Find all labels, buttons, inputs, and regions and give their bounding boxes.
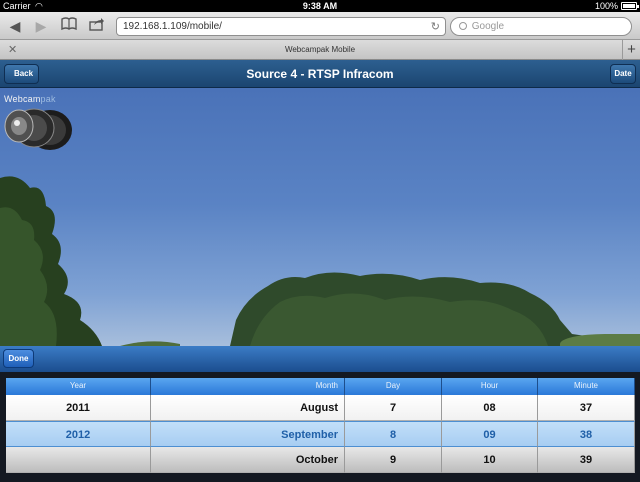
tab-bar: ✕ Webcampak Mobile + (0, 40, 640, 60)
book-icon (61, 17, 77, 31)
camera-image: Webcampak (0, 88, 640, 346)
column-header-minute: Minute (538, 378, 635, 395)
page-header: Back Source 4 - RTSP Infracom Date (0, 60, 640, 88)
share-icon[interactable] (86, 16, 108, 36)
month-option-selected[interactable]: September (151, 421, 345, 447)
search-field[interactable]: Google (450, 17, 632, 36)
clock: 9:38 AM (302, 1, 338, 11)
month-option[interactable]: August (151, 395, 345, 421)
column-header-day: Day (345, 378, 442, 395)
day-option-selected[interactable]: 8 (345, 421, 442, 447)
column-header-month: Month (151, 378, 345, 395)
column-header-year: Year (6, 378, 151, 395)
column-header-hour: Hour (442, 378, 538, 395)
camera-scene (0, 176, 640, 346)
minute-option-selected[interactable]: 38 (538, 421, 635, 447)
battery-icon (621, 2, 639, 10)
forward-arrow-icon[interactable]: ▶ (30, 16, 52, 36)
back-arrow-icon[interactable]: ◀ (4, 16, 26, 36)
done-button[interactable]: Done (3, 349, 34, 368)
webcampak-watermark: Webcampak (4, 94, 56, 104)
minute-option[interactable]: 37 (538, 395, 635, 421)
search-placeholder: Google (471, 21, 505, 32)
picker-column-hour[interactable]: Hour 08 09 10 (442, 378, 538, 482)
picker-column-minute[interactable]: Minute 37 38 39 (538, 378, 635, 482)
search-icon (459, 22, 467, 30)
month-option[interactable]: October (151, 447, 345, 473)
url-text: 192.168.1.109/mobile/ (123, 21, 222, 32)
year-option-selected[interactable]: 2012 (6, 421, 151, 447)
date-button[interactable]: Date (610, 64, 636, 84)
hour-option-selected[interactable]: 09 (442, 421, 538, 447)
year-option[interactable] (6, 447, 151, 473)
reload-icon[interactable]: ↻ (431, 20, 440, 33)
picker-toolbar: Done (0, 346, 640, 372)
date-picker: Year 2011 2012 Month August September Oc… (0, 372, 640, 482)
day-option[interactable]: 9 (345, 447, 442, 473)
webcampak-logo-icon (4, 108, 72, 150)
tab-title[interactable]: Webcampak Mobile (0, 45, 640, 54)
picker-column-year[interactable]: Year 2011 2012 (6, 378, 151, 482)
watermark-main: Webcam (4, 94, 41, 104)
bookmarks-icon[interactable] (58, 16, 80, 36)
url-field[interactable]: 192.168.1.109/mobile/ ↻ (116, 17, 446, 36)
year-option[interactable]: 2011 (6, 395, 151, 421)
battery-percentage: 100% (594, 1, 618, 11)
minute-option[interactable]: 39 (538, 447, 635, 473)
picker-column-month[interactable]: Month August September October (151, 378, 345, 482)
watermark-accent: pak (40, 94, 56, 104)
page-title: Source 4 - RTSP Infracom (246, 67, 394, 81)
hour-option[interactable]: 08 (442, 395, 538, 421)
day-option[interactable]: 7 (345, 395, 442, 421)
status-bar: Carrier ◠ 9:38 AM 100% (0, 0, 640, 12)
hour-option[interactable]: 10 (442, 447, 538, 473)
picker-column-day[interactable]: Day 7 8 9 (345, 378, 442, 482)
browser-toolbar: ◀ ▶ 192.168.1.109/mobile/ ↻ Google (0, 12, 640, 40)
new-tab-icon[interactable]: + (622, 40, 640, 60)
